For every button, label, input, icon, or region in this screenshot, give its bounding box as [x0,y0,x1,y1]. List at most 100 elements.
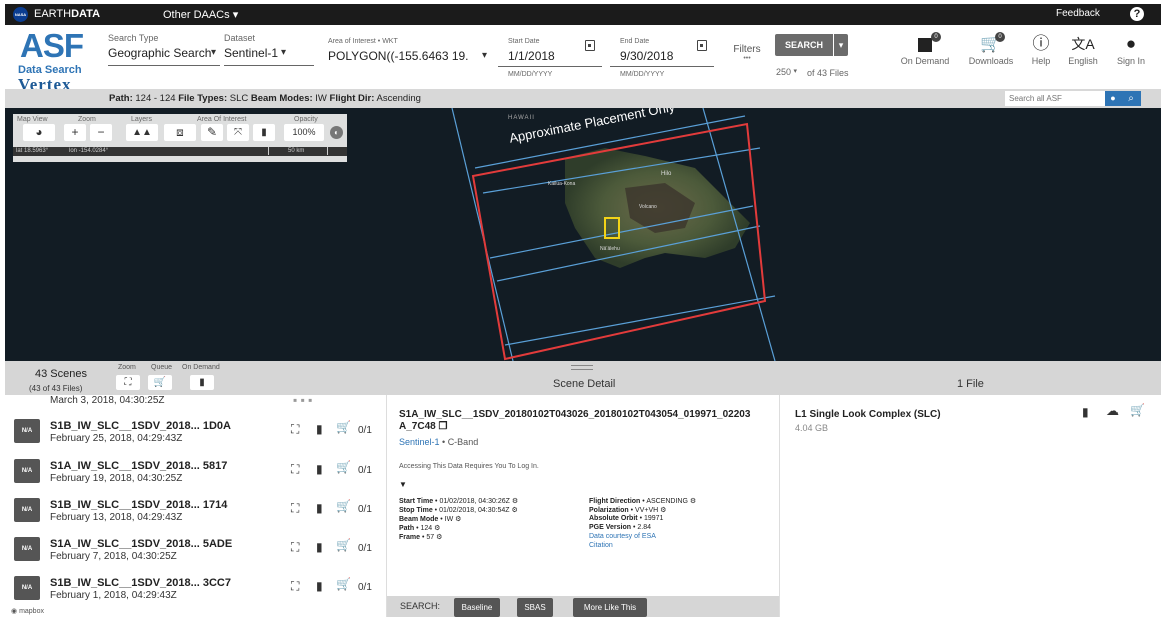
scene-count: 43 Scenes [35,368,87,380]
list-item[interactable]: N/A S1B_IW_SLC__1SDV_2018... 1D0A Februa… [5,413,386,453]
platform-link[interactable]: Sentinel-1 [399,437,440,447]
layers-mountain-icon[interactable]: ▲▲ [126,124,158,141]
search-icon[interactable]: ⌕ [1121,91,1141,106]
queue-all-button[interactable]: 🛒 [148,375,172,390]
search-button[interactable]: SEARCH [775,34,833,56]
gear-icon[interactable]: ⚙ [455,516,461,523]
baseline-button[interactable]: Baseline [454,598,500,617]
zoom-to-scene-icon[interactable]: ⛶ [291,579,299,594]
zoom-in-button[interactable]: + [64,124,86,141]
start-date-input[interactable]: 1/1/2018 [508,49,578,63]
zoom-to-scene-icon[interactable]: ⛶ [291,462,299,477]
zoom-to-results-button[interactable]: ⛶ [116,375,140,390]
globe-icon[interactable]: ◕ [23,124,55,141]
calendar-icon[interactable] [585,40,595,51]
gear-icon[interactable]: ⚙ [690,498,696,505]
calendar-icon[interactable] [697,40,707,51]
asf-logo[interactable]: ASF Data Search Vertex [16,27,96,94]
queue-count: 0/1 [358,543,372,554]
search-type-select[interactable]: Geographic Search ▾ [108,46,218,62]
gear-icon[interactable]: ⚙ [436,534,442,541]
list-item[interactable]: March 3, 2018, 04:30:25Z ▪ ▪ ▪ [5,395,386,415]
on-demand-all-button[interactable]: ▮ [190,375,214,390]
list-item[interactable]: N/A S1A_IW_SLC__1SDV_2018... 5ADE Februa… [5,531,386,571]
account-circle-icon: ● [1125,34,1137,53]
thumbnail-na: N/A [14,537,40,561]
cart-icon[interactable]: 🛒 [336,460,351,474]
panel-resize-handle[interactable] [571,365,593,370]
cart-icon[interactable]: 🛒 [336,420,351,434]
thumbnail-na: N/A [14,498,40,522]
scene-title-line-1[interactable]: S1A_IW_SLC__1SDV_20180102T043026_2018010… [399,409,750,420]
earthdata-brand[interactable]: EARTHDATA [34,8,100,20]
copy-icon[interactable]: ❐ [438,421,447,432]
opacity-toggle-icon[interactable]: ◐ [330,126,343,139]
on-demand-count-badge: 0 [931,32,941,42]
scene-list[interactable]: March 3, 2018, 04:30:25Z ▪ ▪ ▪ N/A S1B_I… [5,395,386,617]
earthdata-topbar: NASA EARTHDATA Other DAACs ▾ Feedback ? [5,4,1161,25]
other-daacs-dropdown[interactable]: Other DAACs ▾ [163,8,238,21]
on-demand-icon[interactable]: ▮ [1082,405,1089,419]
gear-icon[interactable]: ⚙ [511,507,517,514]
brand-data: DATA [71,8,101,20]
cart-icon[interactable]: 🛒 [336,577,351,591]
cart-icon[interactable]: 🛒 [1130,403,1145,417]
search-options-dropdown[interactable]: ▾ [834,34,848,56]
zoom-to-scene-icon[interactable]: ⛶ [291,422,299,437]
aoi-input[interactable]: POLYGON((-155.6463 19. ▾ [328,49,493,65]
sign-in-button[interactable]: ● Sign In [1111,34,1151,66]
list-item[interactable]: N/A S1A_IW_SLC__1SDV_2018... 5817 Februa… [5,453,386,493]
scene-date: February 25, 2018, 04:29:43Z [50,433,183,444]
language-button[interactable]: 文A English [1063,34,1103,66]
microphone-icon[interactable]: ● [1105,91,1121,106]
gear-icon[interactable]: ⚙ [660,507,666,514]
cloud-download-icon[interactable]: ☁ [1106,403,1119,419]
filters-button[interactable]: Filters ••• [727,44,767,70]
on-demand-icon[interactable]: ▮ [316,540,323,554]
on-demand-icon: 0 [895,32,955,56]
citation-link[interactable]: Citation [589,542,613,549]
aoi-label: Area of Interest • WKT [328,38,398,45]
scene-title-line-2[interactable]: A_7C48 ❐ [399,421,447,432]
file-types-value: SLC [229,93,249,104]
on-demand-icon[interactable]: ▮ [316,579,323,593]
downloads-button[interactable]: 🛒 0 Downloads [963,32,1019,66]
nasa-logo-icon[interactable]: NASA [13,7,28,22]
cart-icon[interactable]: 🛒 [336,499,351,513]
on-demand-icon[interactable]: ▮ [316,462,323,476]
opacity-select[interactable]: 100% [284,124,324,141]
edit-polygon-icon[interactable]: ⤧ [227,124,249,141]
trash-icon[interactable]: ▮ [253,124,275,141]
thumbnail-na: N/A [14,459,40,483]
data-courtesy-link[interactable]: Data courtesy of ESA [589,533,656,540]
gear-icon[interactable]: ⚙ [434,525,440,532]
max-results-select[interactable]: 250 ▾ [776,67,797,77]
dataset-select[interactable]: Sentinel-1 ▾ [224,46,314,62]
end-date-input[interactable]: 9/30/2018 [620,49,690,63]
on-demand-icon[interactable]: ▮ [316,501,323,515]
zoom-to-scene-icon[interactable]: ⛶ [291,501,299,516]
help-button[interactable]: ⓘ Help [1027,34,1055,66]
more-like-this-button[interactable]: More Like This [573,598,647,617]
help-circle-icon[interactable]: ? [1130,7,1144,21]
on-demand-button[interactable]: 0 On Demand [895,32,955,66]
pencil-icon[interactable]: ✎ [201,124,223,141]
cart-icon[interactable]: 🛒 [336,538,351,552]
draw-box-icon[interactable]: ⧈ [164,124,196,141]
gear-icon[interactable]: ⚙ [512,498,518,505]
end-date-hint: MM/DD/YYYY [620,71,665,78]
sbas-button[interactable]: SBAS [517,598,553,617]
mapbox-attribution[interactable]: ◉ mapbox [11,607,44,615]
zoom-out-button[interactable]: − [90,124,112,141]
list-item[interactable]: N/A S1B_IW_SLC__1SDV_2018... 3CC7 Februa… [5,570,386,610]
login-note: Accessing This Data Requires You To Log … [399,463,539,470]
scene-detail-header: Scene Detail [553,378,616,390]
feedback-link[interactable]: Feedback [1056,8,1100,19]
on-demand-icon[interactable]: ▮ [316,422,323,436]
scene-detail-panel: S1A_IW_SLC__1SDV_20180102T043026_2018010… [386,395,780,617]
expand-triangle-icon[interactable]: ▼ [399,480,407,489]
list-item[interactable]: N/A S1B_IW_SLC__1SDV_2018... 1714 Februa… [5,492,386,532]
search-all-asf-input[interactable] [1005,91,1105,106]
zoom-to-scene-icon[interactable]: ⛶ [291,540,299,555]
search-type-label: Search Type [108,33,159,43]
